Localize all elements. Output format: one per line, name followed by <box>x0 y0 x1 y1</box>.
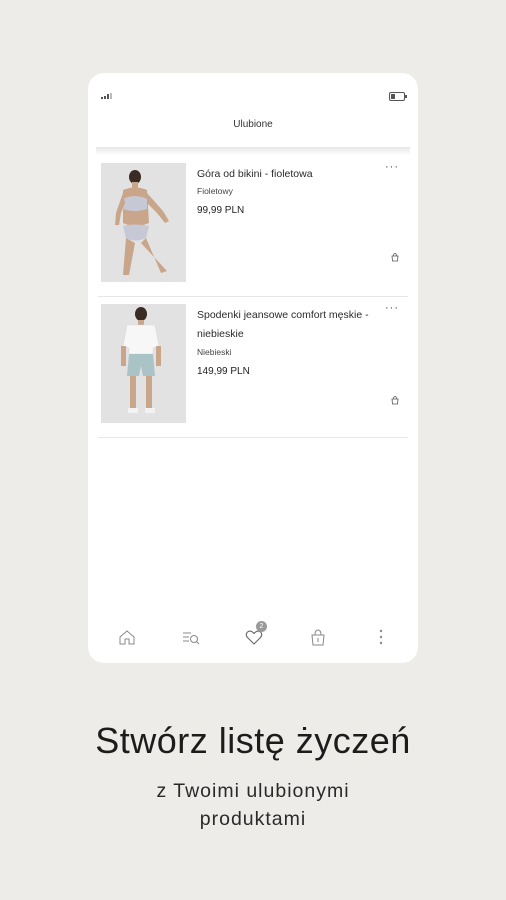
page-title: Ulubione <box>233 119 273 130</box>
wishlist-item[interactable]: Góra od bikini - fioletowa Fioletowy 99,… <box>98 156 408 297</box>
product-price: 99,99 PLN <box>197 205 245 216</box>
product-color: Fioletowy <box>197 186 233 196</box>
phone-screen: Ulubione Góra od bikini - fioletowa Fiol… <box>88 73 418 663</box>
product-name[interactable]: Spodenki jeansowe comfort męskie - niebi… <box>197 306 385 344</box>
promo-headline: Stwórz listę życzeń <box>95 720 411 761</box>
home-icon[interactable] <box>117 627 137 647</box>
product-color: Niebieski <box>197 347 232 357</box>
wishlist-item[interactable]: Spodenki jeansowe comfort męskie - niebi… <box>98 297 408 438</box>
add-to-bag-icon[interactable] <box>390 249 400 262</box>
promo-subline: z Twoimi ulubionymi produktami <box>156 780 350 830</box>
search-icon[interactable] <box>181 627 201 647</box>
bottom-tab-bar: 2 <box>88 613 418 663</box>
product-image[interactable] <box>101 163 186 282</box>
favorites-count-badge: 2 <box>256 621 267 632</box>
favorites-tab[interactable]: 2 <box>244 621 267 647</box>
more-icon[interactable] <box>371 627 391 647</box>
battery-icon <box>389 92 407 101</box>
add-to-bag-icon[interactable] <box>390 392 400 405</box>
status-bar <box>88 73 418 113</box>
product-name[interactable]: Góra od bikini - fioletowa <box>197 165 385 184</box>
product-price: 149,99 PLN <box>197 366 250 377</box>
more-options-icon[interactable]: ··· <box>385 303 399 314</box>
product-image[interactable] <box>101 304 186 423</box>
header-divider <box>96 147 410 155</box>
more-options-icon[interactable]: ··· <box>385 162 399 173</box>
bag-icon[interactable] <box>308 627 328 647</box>
signal-icon <box>101 93 112 99</box>
